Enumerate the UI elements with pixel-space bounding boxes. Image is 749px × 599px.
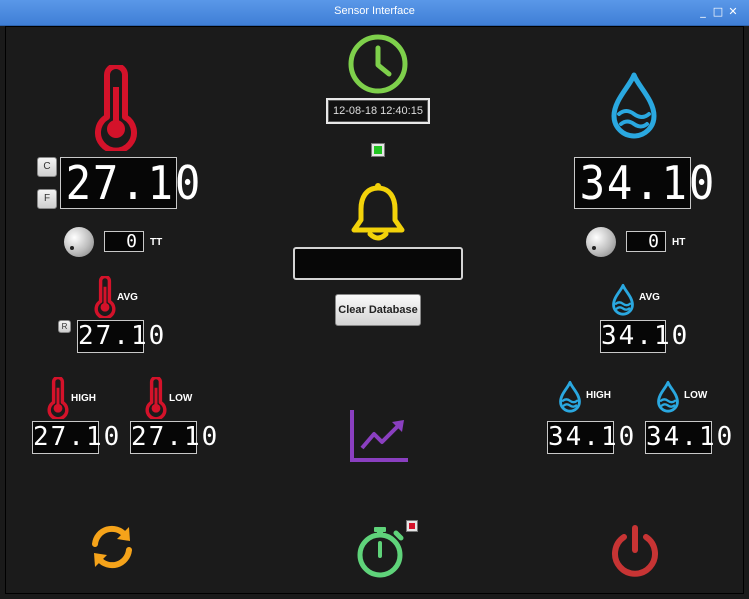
temperature-low-label: LOW xyxy=(169,393,193,404)
thermometer-icon xyxy=(95,65,137,151)
humidity-drop-icon xyxy=(611,72,657,139)
temperature-avg-label: AVG xyxy=(117,292,138,303)
clock-icon xyxy=(348,34,408,94)
humidity-avg-value: 34.10 xyxy=(600,320,690,353)
chart-icon[interactable] xyxy=(348,408,410,464)
thermometer-low-icon xyxy=(145,377,167,419)
humidity-avg-label: AVG xyxy=(639,292,660,303)
maximize-button[interactable]: □ xyxy=(712,5,724,19)
power-icon[interactable] xyxy=(609,524,661,578)
temperature-threshold-label: TT xyxy=(150,237,163,248)
temperature-threshold-knob[interactable] xyxy=(64,227,94,257)
temperature-low-value: 27.10 xyxy=(130,421,220,454)
title-bar: Sensor Interface _ □ ✕ xyxy=(0,0,749,26)
bell-icon xyxy=(351,183,405,241)
timer-led xyxy=(406,520,418,532)
humidity-low-icon xyxy=(657,380,679,413)
celsius-button[interactable]: C xyxy=(37,157,57,177)
temperature-threshold-value: 0 xyxy=(104,231,144,252)
status-led xyxy=(371,143,385,157)
humidity-display: 34.10 xyxy=(574,156,717,210)
thermometer-high-icon xyxy=(47,377,69,419)
humidity-threshold-value: 0 xyxy=(626,231,666,252)
temperature-high-value: 27.10 xyxy=(32,421,122,454)
stopwatch-icon[interactable] xyxy=(354,523,406,579)
datetime-display: 12-08-18 12:40:15 xyxy=(326,98,430,124)
temperature-avg-value: 27.10 xyxy=(77,320,167,353)
fahrenheit-button[interactable]: F xyxy=(37,189,57,209)
temperature-high-label: HIGH xyxy=(71,393,96,404)
humidity-high-value: 34.10 xyxy=(547,421,637,454)
alarm-message-field xyxy=(293,247,463,280)
humidity-high-icon xyxy=(559,380,581,413)
humidity-value: 34.10 xyxy=(579,156,717,210)
humidity-threshold-label: HT xyxy=(672,237,686,248)
temperature-value: 27.10 xyxy=(65,156,203,210)
thermometer-avg-icon xyxy=(94,276,116,318)
clear-database-button[interactable]: Clear Database xyxy=(335,294,421,326)
humidity-high-label: HIGH xyxy=(586,390,611,401)
refresh-icon[interactable] xyxy=(87,522,137,572)
humidity-low-value: 34.10 xyxy=(645,421,735,454)
temperature-display: 27.10 xyxy=(60,156,203,210)
humidity-low-label: LOW xyxy=(684,390,708,401)
close-button[interactable]: ✕ xyxy=(727,5,739,19)
humidity-threshold-knob[interactable] xyxy=(586,227,616,257)
minimize-button[interactable]: _ xyxy=(697,5,709,19)
humidity-avg-icon xyxy=(612,283,634,316)
reset-avg-button[interactable]: R xyxy=(58,320,71,333)
window-title: Sensor Interface xyxy=(334,5,415,17)
